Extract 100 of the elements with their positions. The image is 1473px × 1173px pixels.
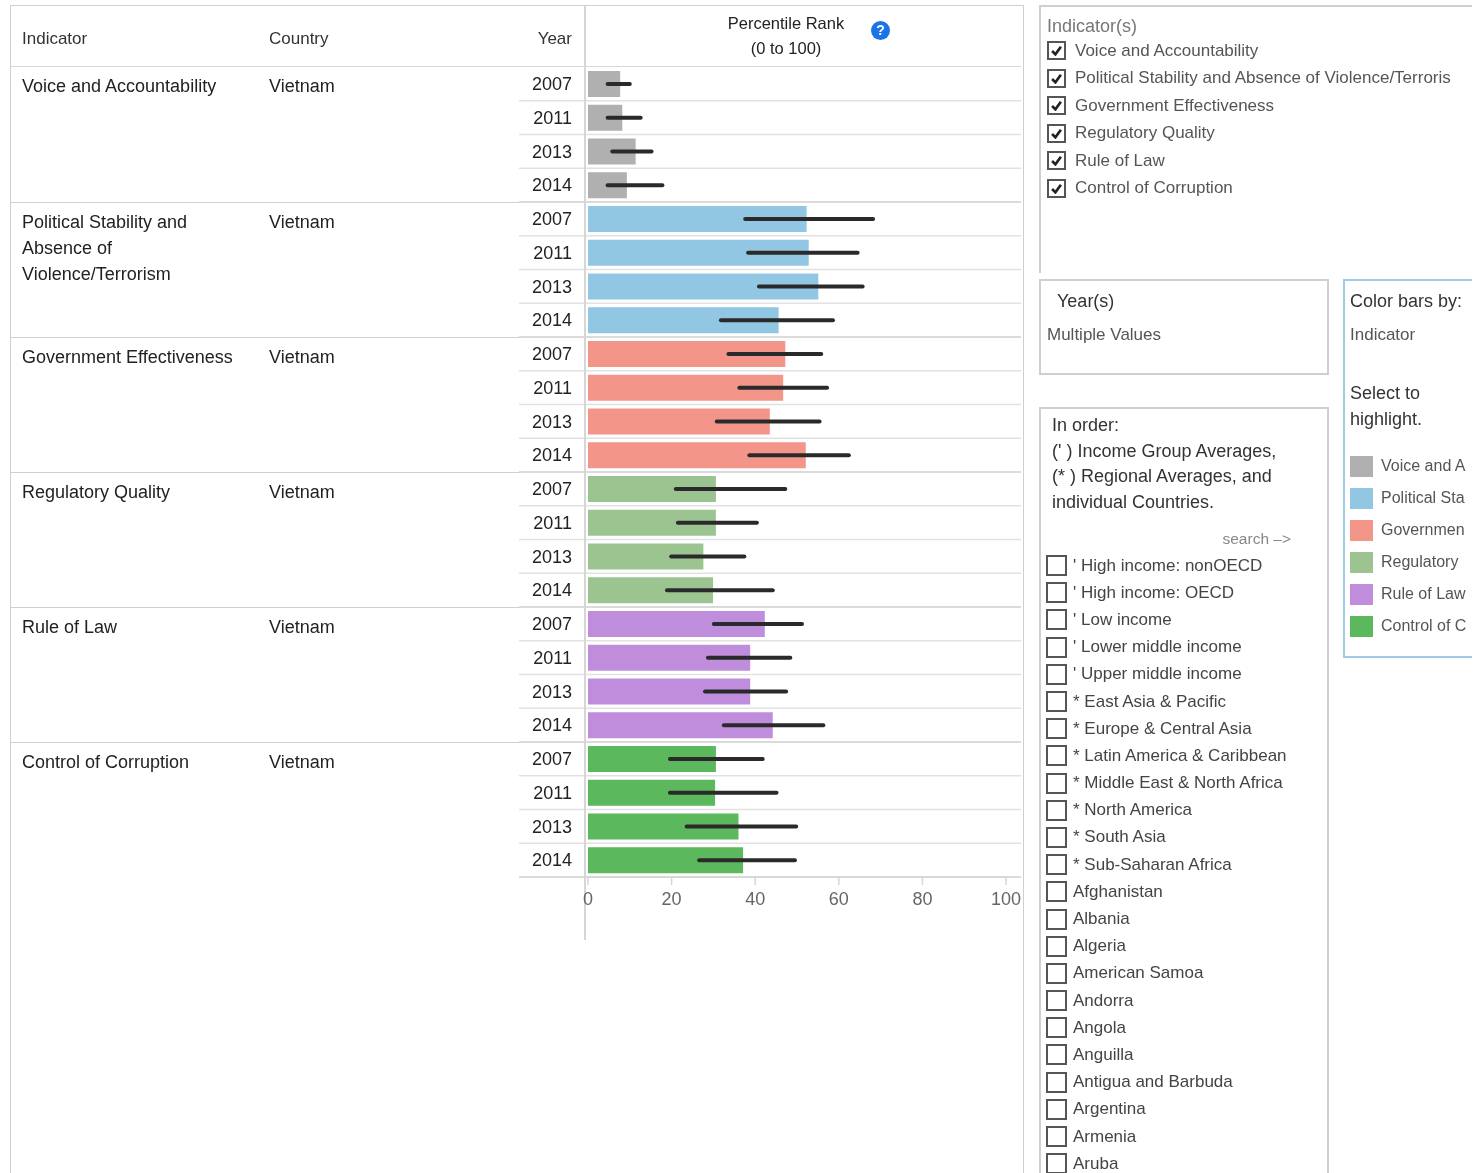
filter-option[interactable]: * South Asia [1073,827,1166,848]
checkbox[interactable] [1046,609,1067,631]
check-icon [1051,155,1062,167]
search-hint: search –> [1222,530,1291,549]
filter-option[interactable]: Control of Corruption [1075,178,1233,199]
checkbox[interactable] [1047,96,1066,116]
filter-option[interactable]: ' High income: nonOECD [1073,555,1263,576]
filter-option[interactable]: Regulatory Quality [1075,123,1215,144]
checkbox[interactable] [1046,881,1067,903]
filter-option[interactable]: Andorra [1073,990,1134,1011]
checkbox[interactable] [1046,772,1067,794]
color-swatch[interactable] [1350,551,1373,573]
color-swatch[interactable] [1350,615,1373,637]
year-label: 2007 [531,209,572,229]
checkbox[interactable] [1046,1098,1067,1120]
year-label: 2014 [531,850,572,871]
filter-option[interactable]: Aruba [1073,1153,1119,1173]
year-label: 2011 [533,107,572,128]
year-label: 2007 [531,749,572,769]
checkbox[interactable] [1046,990,1067,1012]
checkbox[interactable] [1046,935,1067,957]
filter-option[interactable]: Voice and Accountability [1075,40,1259,61]
filter-option[interactable]: ' Upper middle income [1073,664,1242,685]
tick-label: 100 [991,889,1021,909]
checkbox[interactable] [1046,718,1067,740]
filter-value[interactable]: Multiple Values [1047,325,1321,345]
checkbox[interactable] [1046,799,1067,821]
checkbox[interactable] [1046,826,1067,848]
color-swatch[interactable] [1350,487,1373,509]
checkbox[interactable] [1046,663,1067,685]
filter-option[interactable]: Rule of Law [1075,150,1165,171]
legend-hint: Select to highlight. [1350,382,1424,431]
filter-option[interactable]: Anguilla [1073,1044,1134,1065]
checkbox[interactable] [1046,1126,1067,1148]
checkbox[interactable] [1046,582,1067,604]
help-icon[interactable]: ? [871,20,890,40]
legend-label[interactable]: Control of C [1381,617,1467,635]
filter-option[interactable]: * Sub-Saharan Africa [1073,854,1232,875]
filter-option[interactable]: * North America [1073,800,1193,821]
color-swatch[interactable] [1350,455,1373,477]
filter-option[interactable]: Government Effectiveness [1075,95,1275,116]
legend-label[interactable]: Governmen [1381,521,1465,539]
color-swatch[interactable] [1350,519,1373,541]
checkbox[interactable] [1046,1044,1067,1066]
year-label: 2013 [531,276,572,297]
checkbox[interactable] [1046,745,1067,767]
checkbox[interactable] [1047,178,1066,198]
year-label: 2011 [533,647,572,668]
year-label: 2014 [531,715,572,736]
checkbox[interactable] [1046,908,1067,930]
checkbox[interactable] [1047,123,1066,143]
table-cell-text: Voice and Accountability [21,75,218,98]
checkbox[interactable] [1046,691,1067,713]
tick-label: 20 [661,889,682,909]
filter-option[interactable]: Afghanistan [1073,881,1163,902]
filter-option[interactable]: ' High income: OECD [1073,582,1235,603]
checkbox[interactable] [1046,1071,1067,1093]
filter-option[interactable]: ' Lower middle income [1073,637,1242,658]
check-icon [1051,100,1062,112]
color-swatch[interactable] [1350,583,1373,605]
filter-option[interactable]: Angola [1073,1017,1126,1038]
legend-label[interactable]: Voice and A [1381,457,1466,475]
instruction-text: In order: (' ) Income Group Averages, (* ) Regional Averages, and individual Countries. [1051,414,1278,514]
year-label: 2011 [533,512,572,533]
checkbox[interactable] [1046,962,1067,984]
checkbox[interactable] [1046,854,1067,876]
filter-option[interactable]: Argentina [1073,1099,1146,1120]
filter-option[interactable]: * Middle East & North Africa [1073,773,1283,794]
error-bar [605,82,632,86]
tick-label: 60 [828,889,849,909]
filter-option[interactable]: Albania [1073,909,1130,930]
legend-label[interactable]: Rule of Law [1381,585,1466,603]
axis-title: Percentile Rank (0 to 100) [726,13,846,59]
filter-title: Year(s) [1056,290,1116,313]
filter-option[interactable]: American Samoa [1073,963,1204,984]
table-cell-text: Government Effectiveness [21,346,234,369]
filter-option[interactable]: ' Low income [1073,609,1172,630]
filter-option[interactable]: * Europe & Central Asia [1073,718,1252,739]
check-icon [1051,45,1062,57]
filter-option[interactable]: Algeria [1073,936,1126,957]
checkbox[interactable] [1047,151,1066,171]
legend-label[interactable]: Political Sta [1381,489,1465,507]
filter-option[interactable]: * Latin America & Caribbean [1073,745,1287,766]
checkbox[interactable] [1046,555,1067,577]
filter-option[interactable]: Political Stability and Absence of Violence/Terroris [1075,68,1451,89]
checkbox[interactable] [1046,1017,1067,1039]
checkbox[interactable] [1047,68,1066,88]
filter-option[interactable]: * East Asia & Pacific [1073,691,1227,712]
checkbox[interactable] [1046,1153,1067,1173]
year-label: 2011 [533,242,572,263]
filter-option[interactable]: Armenia [1073,1126,1137,1147]
legend-label[interactable]: Regulatory [1381,553,1459,571]
check-icon [1051,182,1062,194]
filter-option[interactable]: Antigua and Barbuda [1073,1072,1233,1093]
column-header: Year [536,28,573,49]
checkbox[interactable] [1047,41,1066,61]
tick-label: 40 [745,889,766,909]
year-label: 2007 [531,74,572,94]
table-cell-text: Vietnam [269,616,336,639]
checkbox[interactable] [1046,636,1067,658]
